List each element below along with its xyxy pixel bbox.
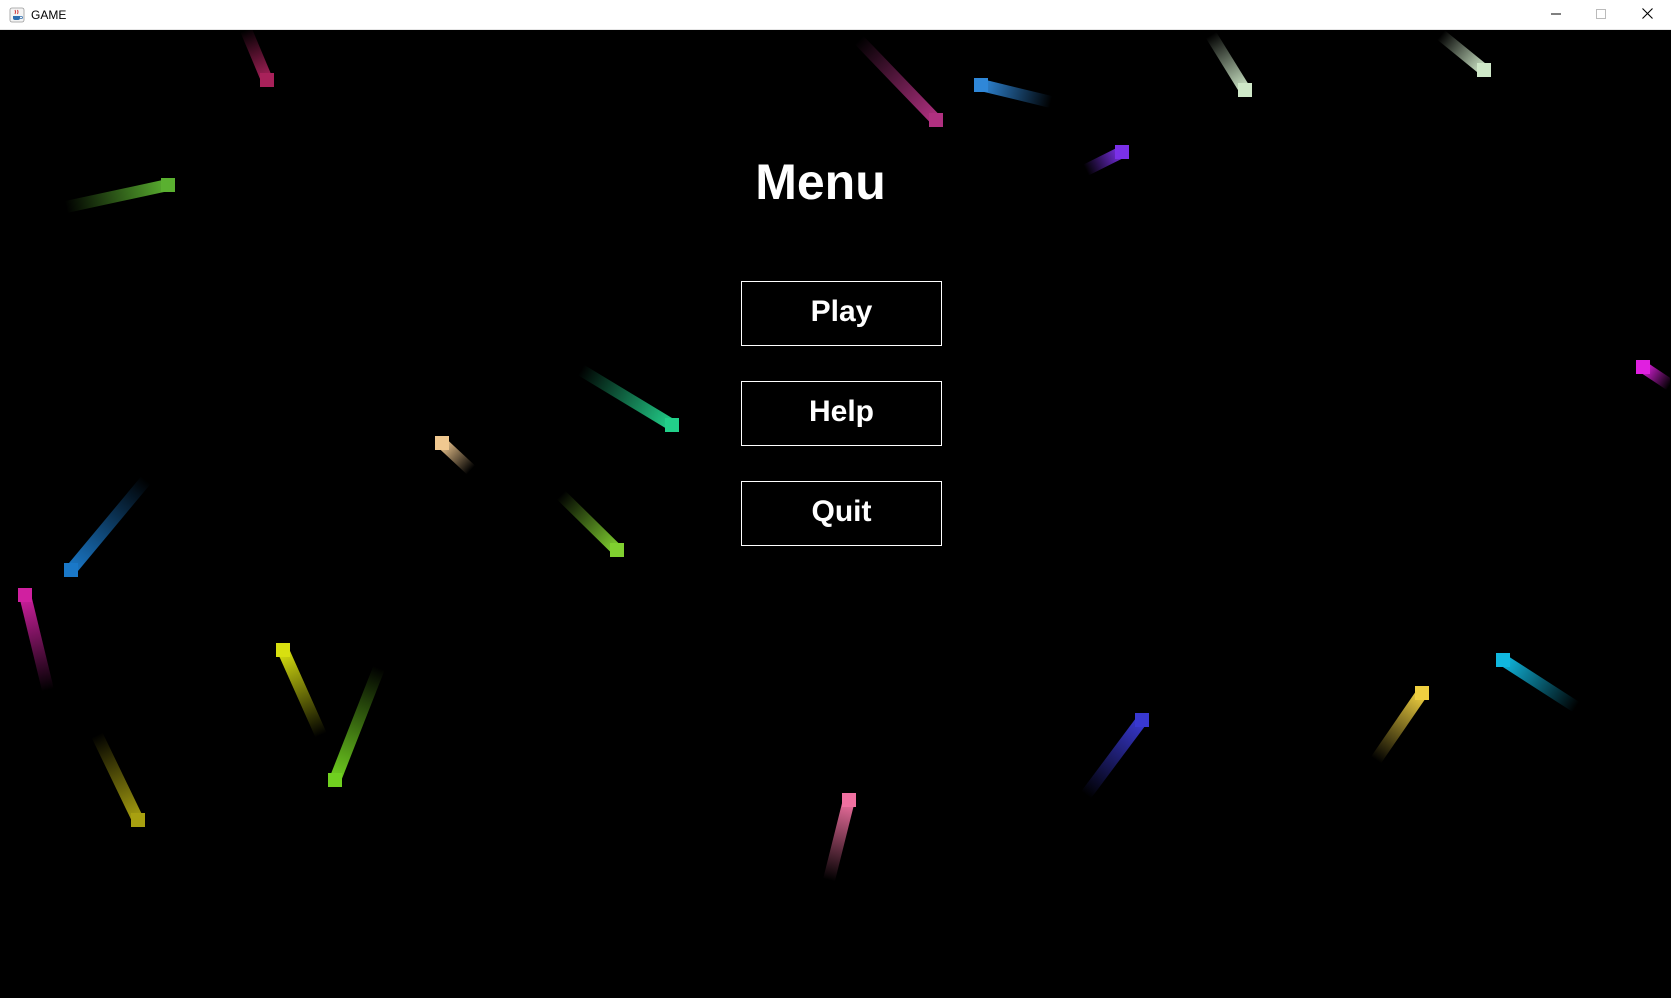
particle-head [1238,83,1252,97]
particle-head [276,643,290,657]
particle-head [665,418,679,432]
play-button-label: Play [810,294,873,328]
particle-head [18,588,32,602]
game-canvas[interactable]: Menu Play Help Quit [1,30,1670,997]
close-icon [1641,6,1653,24]
minimize-button[interactable] [1533,0,1579,29]
particle-head [842,793,856,807]
particle-streak [19,593,54,692]
particle-streak [854,35,941,125]
particle-streak [1205,31,1251,94]
particle-streak [329,665,385,783]
particle-streak [240,30,273,83]
help-button[interactable]: Help [741,381,942,446]
game-window: GAME Menu Play Help Quit [0,0,1671,998]
particle-streak [577,364,676,431]
play-button[interactable]: Play [741,281,942,346]
particle-streak [66,476,151,574]
particle-streak [91,732,144,823]
particle-head [1496,653,1510,667]
menu-title: Menu [755,154,886,210]
particle-head [1477,63,1491,77]
particle-streak [556,490,622,555]
java-cup-icon [9,7,25,23]
maximize-button[interactable] [1578,0,1624,29]
particle-head [1636,360,1650,374]
title-bar[interactable]: GAME [0,0,1671,30]
particle-streak [823,798,855,882]
particle-head [131,813,145,827]
window-title: GAME [31,7,67,22]
particle-head [1135,713,1149,727]
particle-streak [1081,716,1147,799]
particle-head [260,73,274,87]
close-button[interactable] [1624,0,1670,29]
particle-streak [277,647,327,738]
minimize-icon [1551,6,1561,24]
particle-head [974,78,988,92]
maximize-icon [1596,6,1606,24]
particle-head [435,436,449,450]
particle-streak [1371,689,1427,764]
quit-button-label: Quit [811,494,872,528]
particle-head [64,563,78,577]
particle-head [610,543,624,557]
particle-streak [1499,654,1580,713]
particle-head [328,773,342,787]
quit-button[interactable]: Quit [741,481,942,546]
particle-streak [979,79,1053,108]
particle-head [929,113,943,127]
particle-head [1415,686,1429,700]
help-button-label: Help [808,394,874,428]
